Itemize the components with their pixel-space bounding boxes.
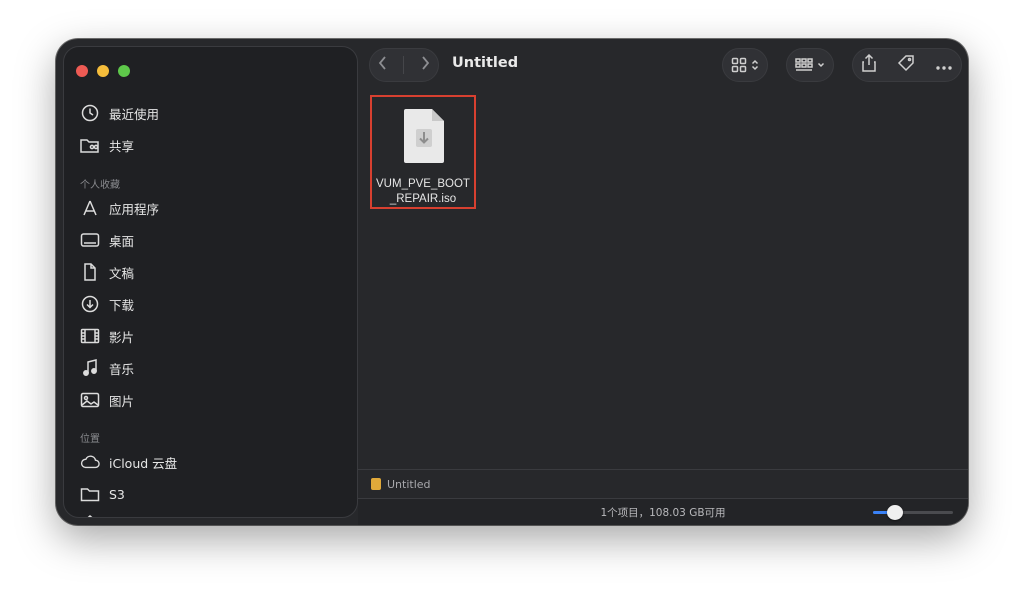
view-mode-button[interactable] (722, 48, 768, 82)
back-button[interactable] (377, 55, 389, 75)
sidebar-item-movies[interactable]: 影片 (80, 323, 134, 349)
clock-icon (80, 103, 100, 123)
home-icon (80, 512, 100, 517)
sidebar-item-icloud[interactable]: iCloud 云盘 (80, 449, 177, 475)
sidebar-item-recents[interactable]: 最近使用 (80, 100, 159, 126)
sidebar-item-s3[interactable]: S3 (80, 481, 125, 507)
file-item[interactable]: VUM_PVE_BOOT _REPAIR.iso (370, 95, 476, 209)
chevron-left-icon (378, 56, 386, 70)
close-button[interactable] (76, 65, 88, 77)
sidebar-item-label: iCloud 云盘 (109, 455, 178, 471)
sidebar-item-label: 音乐 (109, 361, 135, 377)
forward-button[interactable] (419, 55, 431, 75)
file-name: VUM_PVE_BOOT _REPAIR.iso (372, 177, 474, 207)
status-bar: 1个项目，108.03 GB可用 (358, 498, 968, 525)
sidebar-item-label: vzo (109, 515, 131, 518)
sidebar-item-label: 下载 (109, 297, 135, 313)
folder-icon (371, 478, 381, 490)
finder-window: 最近使用 共享 个人收藏 应用程序 桌面 文稿 下载 影片 音乐 图片 位置 i… (56, 39, 968, 525)
desktop-icon (80, 230, 100, 250)
sidebar-item-label: 桌面 (109, 233, 135, 249)
locations-section-title: 位置 (80, 434, 100, 445)
sidebar-item-documents[interactable]: 文稿 (80, 259, 134, 285)
grid-view-icon (731, 57, 747, 73)
sidebar-item-applications[interactable]: 应用程序 (80, 195, 159, 221)
folder-icon (80, 484, 100, 504)
sidebar-item-label: 共享 (109, 138, 135, 154)
sidebar-item-pictures[interactable]: 图片 (80, 387, 134, 413)
sidebar-item-label: 应用程序 (109, 201, 160, 217)
zoom-button[interactable] (118, 65, 130, 77)
film-icon (80, 326, 100, 346)
sidebar-item-label: 最近使用 (109, 106, 160, 122)
path-bar: Untitled (358, 469, 968, 498)
sidebar-item-downloads[interactable]: 下载 (80, 291, 134, 317)
window-controls (76, 65, 130, 77)
music-icon (80, 358, 100, 378)
minimize-button[interactable] (97, 65, 109, 77)
ellipsis-icon (936, 65, 952, 70)
actions-group (852, 48, 962, 82)
tag-button[interactable] (897, 54, 915, 76)
divider (403, 56, 405, 74)
sidebar-item-shared[interactable]: 共享 (80, 132, 134, 158)
document-icon (80, 262, 100, 282)
toolbar: Untitled (366, 39, 968, 89)
share-icon (862, 53, 876, 72)
sidebar-item-home[interactable]: vzo (80, 509, 131, 518)
cloud-icon (80, 452, 100, 472)
sidebar-item-label: 文稿 (109, 265, 135, 281)
shared-folder-icon (80, 135, 100, 155)
file-browser: VUM_PVE_BOOT _REPAIR.iso (358, 89, 968, 469)
icon-size-slider[interactable] (873, 505, 953, 520)
tag-icon (897, 55, 914, 72)
applications-icon (80, 198, 100, 218)
sidebar-item-music[interactable]: 音乐 (80, 355, 134, 381)
photo-icon (80, 390, 100, 410)
file-name-line: VUM_PVE_BOOT (376, 178, 470, 190)
window-title: Untitled (452, 55, 519, 71)
group-grid-icon (795, 58, 813, 71)
group-by-button[interactable] (786, 48, 834, 82)
navigation-buttons (369, 48, 439, 82)
chevron-right-icon (422, 56, 429, 70)
file-name-line: _REPAIR.iso (389, 193, 457, 205)
sidebar: 最近使用 共享 个人收藏 应用程序 桌面 文稿 下载 影片 音乐 图片 位置 i… (63, 46, 358, 518)
path-bar-label[interactable]: Untitled (387, 478, 431, 491)
sidebar-item-desktop[interactable]: 桌面 (80, 227, 134, 253)
sidebar-item-label: 图片 (109, 393, 135, 409)
sidebar-item-label: S3 (109, 486, 125, 502)
sidebar-item-label: 影片 (109, 329, 135, 345)
disk-image-file-icon (404, 109, 444, 163)
share-button[interactable] (861, 53, 877, 76)
more-button[interactable] (935, 56, 953, 75)
download-icon (80, 294, 100, 314)
chevron-updown-icon (751, 59, 759, 71)
chevron-down-icon (817, 62, 825, 68)
favorites-section-title: 个人收藏 (80, 180, 120, 191)
